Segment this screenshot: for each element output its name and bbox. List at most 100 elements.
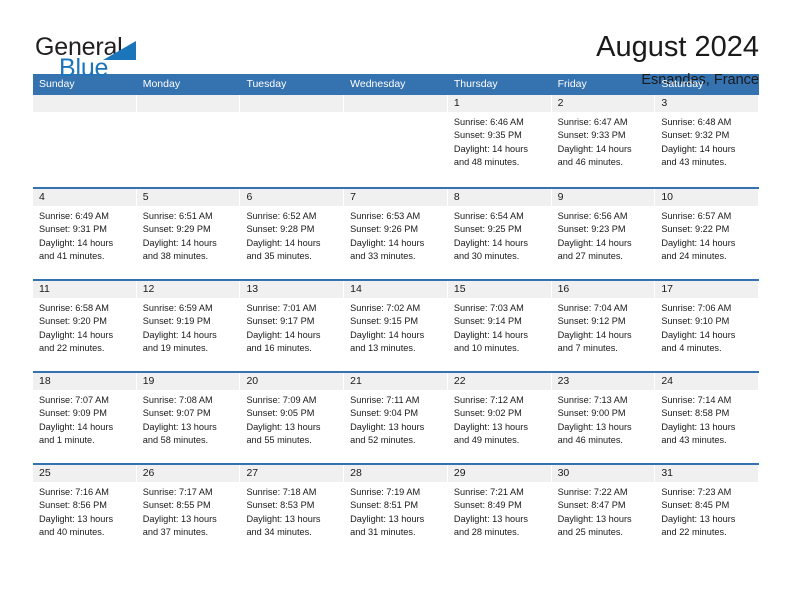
day-cell[interactable]: 5 Sunrise: 6:51 AM Sunset: 9:29 PM Daylight…	[136, 189, 241, 279]
page-title: August 2024	[596, 31, 759, 63]
sunrise-text: Sunrise: 6:51 AM	[142, 211, 213, 221]
day-cell[interactable]: 27 Sunrise: 7:18 AM Sunset: 8:53 PM Dayligh…	[240, 465, 345, 555]
daylight-text: Daylight: 13 hours and 49 minutes.	[453, 421, 528, 445]
sunrise-text: Sunrise: 6:57 AM	[661, 211, 732, 221]
sunrise-text: Sunrise: 7:22 AM	[557, 487, 628, 497]
day-cell[interactable]: 22 Sunrise: 7:12 AM Sunset: 9:02 PM Dayligh…	[447, 373, 552, 463]
sunrise-text: Sunrise: 6:59 AM	[142, 303, 213, 313]
daylight-text: Daylight: 14 hours and 43 minutes.	[661, 143, 736, 167]
sunrise-text: Sunrise: 7:01 AM	[246, 303, 317, 313]
sunset-text: Sunset: 9:20 PM	[39, 316, 107, 327]
day-cell-empty	[33, 95, 137, 187]
sunrise-text: Sunrise: 7:21 AM	[453, 487, 524, 497]
day-details: Sunrise: 6:47 AM Sunset: 9:33 PM Daylight:…	[552, 112, 655, 169]
day-cell[interactable]: 20 Sunrise: 7:09 AM Sunset: 9:05 PM Dayligh…	[240, 373, 345, 463]
daylight-text: Daylight: 14 hours and 19 minutes.	[142, 329, 217, 353]
day-cell[interactable]: 24 Sunrise: 7:14 AM Sunset: 8:58 PM Dayligh…	[655, 373, 760, 463]
day-details: Sunrise: 7:18 AM Sunset: 8:53 PM Daylight:…	[240, 482, 343, 539]
sunset-text: Sunset: 9:26 PM	[350, 224, 419, 235]
day-number: 30	[551, 465, 655, 482]
day-number: 11	[33, 281, 136, 298]
day-details: Sunrise: 7:07 AM Sunset: 9:09 PM Daylight:…	[33, 390, 136, 447]
sunset-text: Sunset: 9:33 PM	[557, 130, 626, 141]
day-details: Sunrise: 7:21 AM Sunset: 8:49 PM Daylight:…	[448, 482, 551, 539]
day-cell[interactable]: 7 Sunrise: 6:53 AM Sunset: 9:26 PM Daylight…	[344, 189, 448, 279]
sunset-text: Sunset: 8:56 PM	[39, 500, 107, 511]
day-cell[interactable]: 21 Sunrise: 7:11 AM Sunset: 9:04 PM Dayligh…	[344, 373, 448, 463]
day-cell[interactable]: 9 Sunrise: 6:56 AM Sunset: 9:23 PM Daylight…	[551, 189, 656, 279]
day-cell[interactable]: 26 Sunrise: 7:17 AM Sunset: 8:55 PM Dayligh…	[136, 465, 241, 555]
day-cell[interactable]: 1 Sunrise: 6:46 AM Sunset: 9:35 PM Daylight…	[447, 95, 552, 187]
day-details: Sunrise: 6:58 AM Sunset: 9:20 PM Daylight:…	[33, 298, 136, 355]
week-row: 1 Sunrise: 6:46 AM Sunset: 9:35 PM Daylight…	[33, 95, 760, 187]
day-cell[interactable]: 17 Sunrise: 7:06 AM Sunset: 9:10 PM Dayligh…	[655, 281, 760, 371]
sunrise-text: Sunrise: 7:19 AM	[350, 487, 421, 497]
day-number	[240, 95, 344, 112]
sunset-text: Sunset: 9:05 PM	[246, 408, 315, 419]
daylight-text: Daylight: 13 hours and 25 minutes.	[557, 513, 632, 537]
sunset-text: Sunset: 9:22 PM	[661, 224, 730, 235]
day-number	[136, 95, 240, 112]
day-cell[interactable]: 15 Sunrise: 7:03 AM Sunset: 9:14 PM Dayligh…	[447, 281, 552, 371]
day-number: 27	[240, 465, 344, 482]
day-cell[interactable]: 29 Sunrise: 7:21 AM Sunset: 8:49 PM Dayligh…	[447, 465, 552, 555]
daylight-text: Daylight: 14 hours and 27 minutes.	[557, 237, 632, 261]
day-number: 18	[33, 373, 136, 390]
day-details: Sunrise: 6:54 AM Sunset: 9:25 PM Daylight:…	[448, 206, 551, 263]
day-number: 15	[447, 281, 551, 298]
sunrise-text: Sunrise: 7:17 AM	[142, 487, 213, 497]
day-number: 10	[655, 189, 759, 206]
day-details: Sunrise: 6:49 AM Sunset: 9:31 PM Daylight:…	[33, 206, 136, 263]
day-cell[interactable]: 16 Sunrise: 7:04 AM Sunset: 9:12 PM Dayligh…	[551, 281, 656, 371]
day-details: Sunrise: 7:06 AM Sunset: 9:10 PM Daylight:…	[655, 298, 758, 355]
weekday-saturday: Saturday	[661, 78, 704, 90]
day-number: 7	[344, 189, 447, 206]
day-cell[interactable]: 23 Sunrise: 7:13 AM Sunset: 9:00 PM Dayligh…	[551, 373, 656, 463]
day-cell[interactable]: 8 Sunrise: 6:54 AM Sunset: 9:25 PM Daylight…	[447, 189, 552, 279]
day-cell[interactable]: 6 Sunrise: 6:52 AM Sunset: 9:28 PM Daylight…	[240, 189, 345, 279]
day-number: 3	[655, 95, 759, 112]
day-details: Sunrise: 7:16 AM Sunset: 8:56 PM Daylight:…	[33, 482, 136, 539]
day-cell[interactable]: 13 Sunrise: 7:01 AM Sunset: 9:17 PM Dayligh…	[240, 281, 345, 371]
day-cell[interactable]: 10 Sunrise: 6:57 AM Sunset: 9:22 PM Dayligh…	[655, 189, 760, 279]
calendar-grid: Sunday Monday Tuesday Wednesday Thursday…	[33, 74, 760, 555]
sunset-text: Sunset: 8:53 PM	[246, 500, 315, 511]
day-details: Sunrise: 7:09 AM Sunset: 9:05 PM Daylight:…	[240, 390, 343, 447]
daylight-text: Daylight: 14 hours and 10 minutes.	[453, 329, 528, 353]
sunset-text: Sunset: 9:28 PM	[246, 224, 315, 235]
day-cell[interactable]: 12 Sunrise: 6:59 AM Sunset: 9:19 PM Dayligh…	[136, 281, 241, 371]
day-cell[interactable]: 19 Sunrise: 7:08 AM Sunset: 9:07 PM Dayligh…	[136, 373, 241, 463]
day-details: Sunrise: 6:57 AM Sunset: 9:22 PM Daylight:…	[655, 206, 758, 263]
sunrise-text: Sunrise: 7:12 AM	[453, 395, 524, 405]
day-cell-empty	[344, 95, 448, 187]
logo-triangle-icon	[103, 41, 136, 60]
sunrise-text: Sunrise: 6:52 AM	[246, 211, 317, 221]
general-blue-logo[interactable]: General Blue	[33, 30, 153, 81]
day-details: Sunrise: 6:59 AM Sunset: 9:19 PM Daylight:…	[137, 298, 240, 355]
sunset-text: Sunset: 8:55 PM	[142, 500, 211, 511]
day-details: Sunrise: 7:19 AM Sunset: 8:51 PM Daylight:…	[344, 482, 447, 539]
sunset-text: Sunset: 9:02 PM	[453, 408, 522, 419]
sunset-text: Sunset: 9:00 PM	[557, 408, 626, 419]
daylight-text: Daylight: 14 hours and 46 minutes.	[557, 143, 632, 167]
day-cell[interactable]: 31 Sunrise: 7:23 AM Sunset: 8:45 PM Dayligh…	[655, 465, 760, 555]
day-cell[interactable]: 3 Sunrise: 6:48 AM Sunset: 9:32 PM Daylight…	[655, 95, 760, 187]
day-number: 24	[655, 373, 759, 390]
day-cell[interactable]: 14 Sunrise: 7:02 AM Sunset: 9:15 PM Dayligh…	[344, 281, 448, 371]
day-cell[interactable]: 4 Sunrise: 6:49 AM Sunset: 9:31 PM Daylight…	[33, 189, 137, 279]
sunset-text: Sunset: 9:15 PM	[350, 316, 419, 327]
sunrise-text: Sunrise: 7:07 AM	[39, 395, 109, 405]
day-cell[interactable]: 30 Sunrise: 7:22 AM Sunset: 8:47 PM Dayligh…	[551, 465, 656, 555]
sunrise-text: Sunrise: 6:58 AM	[39, 303, 109, 313]
sunrise-text: Sunrise: 7:11 AM	[350, 395, 420, 405]
day-cell[interactable]: 25 Sunrise: 7:16 AM Sunset: 8:56 PM Dayligh…	[33, 465, 137, 555]
day-cell[interactable]: 18 Sunrise: 7:07 AM Sunset: 9:09 PM Dayligh…	[33, 373, 137, 463]
sunrise-text: Sunrise: 7:16 AM	[39, 487, 109, 497]
daylight-text: Daylight: 13 hours and 46 minutes.	[557, 421, 632, 445]
day-cell[interactable]: 28 Sunrise: 7:19 AM Sunset: 8:51 PM Dayligh…	[344, 465, 448, 555]
sunrise-text: Sunrise: 7:13 AM	[557, 395, 628, 405]
daylight-text: Daylight: 14 hours and 22 minutes.	[39, 329, 114, 353]
day-cell[interactable]: 2 Sunrise: 6:47 AM Sunset: 9:33 PM Daylight…	[551, 95, 656, 187]
day-cell[interactable]: 11 Sunrise: 6:58 AM Sunset: 9:20 PM Dayligh…	[33, 281, 137, 371]
sunrise-text: Sunrise: 6:46 AM	[453, 117, 524, 127]
